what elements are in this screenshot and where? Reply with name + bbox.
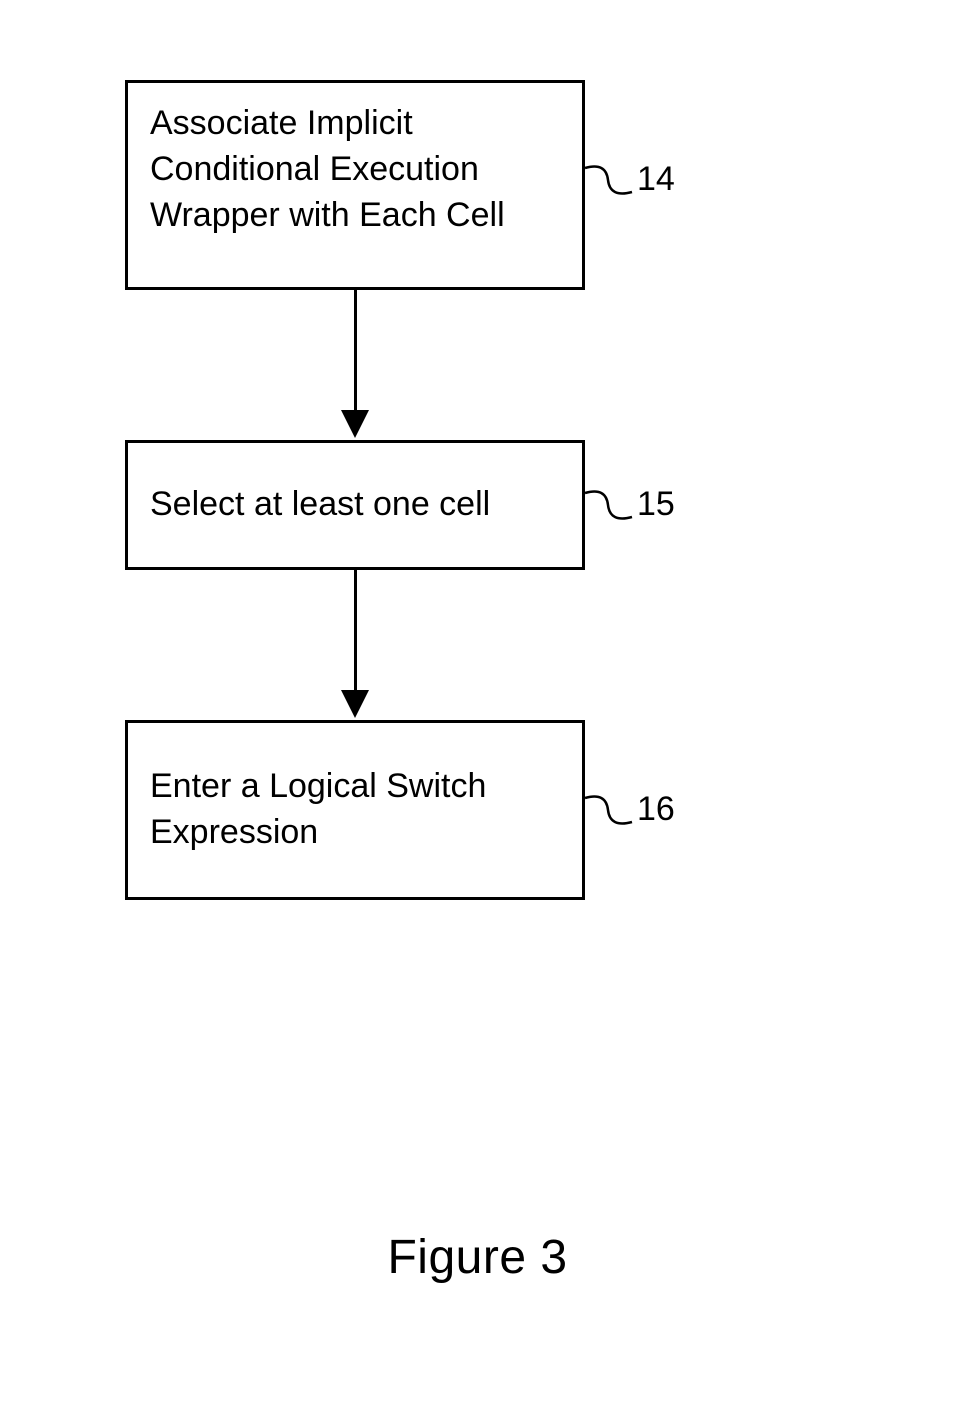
arrow-1 (125, 290, 585, 440)
step-text-1: Associate Implicit Conditional Execution… (150, 104, 505, 234)
connector-curve-3 (584, 790, 634, 830)
arrow-2 (125, 570, 585, 720)
step-label-3: 16 (637, 790, 675, 829)
connector-curve-1 (584, 160, 634, 200)
step-text-3: Enter a Logical Switch Expression (150, 764, 560, 856)
step-box-2: Select at least one cell (125, 440, 585, 570)
step-label-1: 14 (637, 160, 675, 199)
step-text-2: Select at least one cell (150, 482, 490, 528)
step-box-1: Associate Implicit Conditional Execution… (125, 80, 585, 290)
flowchart-container: Associate Implicit Conditional Execution… (125, 80, 585, 900)
connector-curve-2 (584, 485, 634, 525)
step-label-2: 15 (637, 485, 675, 524)
figure-caption: Figure 3 (387, 1230, 567, 1285)
step-box-3: Enter a Logical Switch Expression (125, 720, 585, 900)
